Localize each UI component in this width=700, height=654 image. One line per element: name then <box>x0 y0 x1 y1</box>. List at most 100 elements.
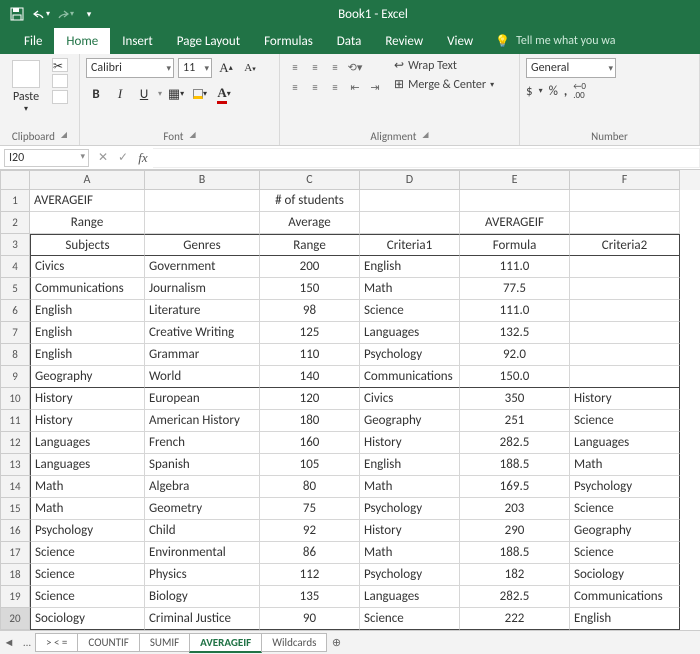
cell[interactable]: Geography <box>360 410 460 432</box>
align-top-icon[interactable]: ≡ <box>286 58 304 76</box>
currency-button[interactable]: $ <box>526 84 533 99</box>
cell[interactable]: 112 <box>260 564 360 586</box>
cell[interactable] <box>570 366 680 388</box>
font-color-icon[interactable]: A▾ <box>214 84 234 104</box>
sheet-tab[interactable]: COUNTIF <box>77 633 139 652</box>
merge-center-button[interactable]: ⊞Merge & Center ▾ <box>394 77 494 92</box>
cell[interactable] <box>570 322 680 344</box>
cell[interactable]: Science <box>570 542 680 564</box>
cell[interactable]: History <box>360 520 460 542</box>
cell[interactable]: History <box>30 410 145 432</box>
row-header[interactable]: 16 <box>0 520 30 542</box>
row-header[interactable]: 2 <box>0 212 30 234</box>
row-header[interactable]: 19 <box>0 586 30 608</box>
cell[interactable]: AVERAGEIF <box>460 212 570 234</box>
cell[interactable]: Psychology <box>570 476 680 498</box>
cell[interactable] <box>145 212 260 234</box>
font-size-combo[interactable]: 11 <box>178 58 212 78</box>
cell[interactable] <box>570 278 680 300</box>
cell[interactable]: Criminal Justice <box>145 608 260 630</box>
increase-indent-icon[interactable]: ⇥ <box>366 78 384 96</box>
cell[interactable]: Physics <box>145 564 260 586</box>
select-all-corner[interactable] <box>0 170 30 190</box>
fill-color-icon[interactable]: ▾ <box>190 84 210 104</box>
column-header[interactable]: A <box>30 170 145 190</box>
name-box[interactable]: I20 <box>4 149 89 167</box>
bold-button[interactable]: B <box>86 84 106 104</box>
cell[interactable]: 98 <box>260 300 360 322</box>
cell[interactable]: Government <box>145 256 260 278</box>
cell[interactable]: Criteria1 <box>360 234 460 256</box>
tell-me-search[interactable]: 💡Tell me what you wa <box>495 28 615 54</box>
row-header[interactable]: 6 <box>0 300 30 322</box>
column-header[interactable]: F <box>570 170 680 190</box>
cell[interactable]: European <box>145 388 260 410</box>
ribbon-tab-formulas[interactable]: Formulas <box>252 28 325 54</box>
row-header[interactable]: 1 <box>0 190 30 212</box>
cell[interactable]: 77.5 <box>460 278 570 300</box>
cell[interactable]: Math <box>570 454 680 476</box>
dialog-launcher-icon[interactable]: ◢ <box>422 130 428 143</box>
cell[interactable]: 105 <box>260 454 360 476</box>
increase-decimal-icon[interactable]: ←0.00 <box>573 82 586 100</box>
cell[interactable]: Math <box>30 498 145 520</box>
dialog-launcher-icon[interactable]: ◢ <box>61 130 67 143</box>
borders-icon[interactable]: ▦▾ <box>166 84 186 104</box>
cell[interactable]: Psychology <box>30 520 145 542</box>
redo-icon[interactable]: ▾ <box>56 5 74 23</box>
ribbon-tab-file[interactable]: File <box>12 28 54 54</box>
cell[interactable]: Range <box>260 234 360 256</box>
row-header[interactable]: 3 <box>0 234 30 256</box>
qat-customize-icon[interactable]: ▾ <box>80 5 98 23</box>
cell[interactable]: Science <box>360 608 460 630</box>
cell[interactable]: Criteria2 <box>570 234 680 256</box>
row-header[interactable]: 4 <box>0 256 30 278</box>
cell[interactable]: Geography <box>570 520 680 542</box>
cell[interactable]: # of students <box>260 190 360 212</box>
cell[interactable]: 150 <box>260 278 360 300</box>
cell[interactable]: Languages <box>360 586 460 608</box>
column-header[interactable]: E <box>460 170 570 190</box>
font-name-combo[interactable]: Calibri <box>86 58 174 78</box>
increase-font-icon[interactable]: A▴ <box>216 58 236 78</box>
cell[interactable]: Range <box>30 212 145 234</box>
cell[interactable]: Algebra <box>145 476 260 498</box>
row-header[interactable]: 9 <box>0 366 30 388</box>
align-center-icon[interactable]: ≡ <box>306 78 324 96</box>
cell[interactable]: 150.0 <box>460 366 570 388</box>
cell[interactable]: English <box>30 344 145 366</box>
cell[interactable]: Spanish <box>145 454 260 476</box>
cell[interactable]: Science <box>30 564 145 586</box>
decrease-font-icon[interactable]: A▾ <box>240 58 260 78</box>
row-header[interactable]: 11 <box>0 410 30 432</box>
comma-button[interactable]: , <box>564 84 567 99</box>
cell[interactable] <box>360 212 460 234</box>
cell[interactable]: English <box>30 300 145 322</box>
cell[interactable]: 125 <box>260 322 360 344</box>
cell[interactable]: History <box>360 432 460 454</box>
cell[interactable]: Sociology <box>30 608 145 630</box>
insert-function-icon[interactable]: fx <box>133 150 153 166</box>
row-header[interactable]: 8 <box>0 344 30 366</box>
cell[interactable]: Geography <box>30 366 145 388</box>
undo-icon[interactable]: ▾ <box>32 5 50 23</box>
cell[interactable] <box>570 300 680 322</box>
row-header[interactable]: 12 <box>0 432 30 454</box>
cell[interactable]: Civics <box>30 256 145 278</box>
column-header[interactable]: B <box>145 170 260 190</box>
cell[interactable] <box>570 212 680 234</box>
sheet-tab[interactable]: SUMIF <box>139 633 190 652</box>
cell[interactable]: Child <box>145 520 260 542</box>
cell[interactable]: Communications <box>570 586 680 608</box>
cell[interactable]: 169.5 <box>460 476 570 498</box>
cell[interactable]: 120 <box>260 388 360 410</box>
cell[interactable]: Psychology <box>360 498 460 520</box>
cell[interactable] <box>360 190 460 212</box>
cell[interactable]: 90 <box>260 608 360 630</box>
cut-icon[interactable]: ✂ <box>52 58 68 72</box>
cell[interactable]: Math <box>360 278 460 300</box>
cell[interactable]: Psychology <box>360 564 460 586</box>
italic-button[interactable]: I <box>110 84 130 104</box>
save-icon[interactable] <box>8 5 26 23</box>
cell[interactable] <box>570 256 680 278</box>
